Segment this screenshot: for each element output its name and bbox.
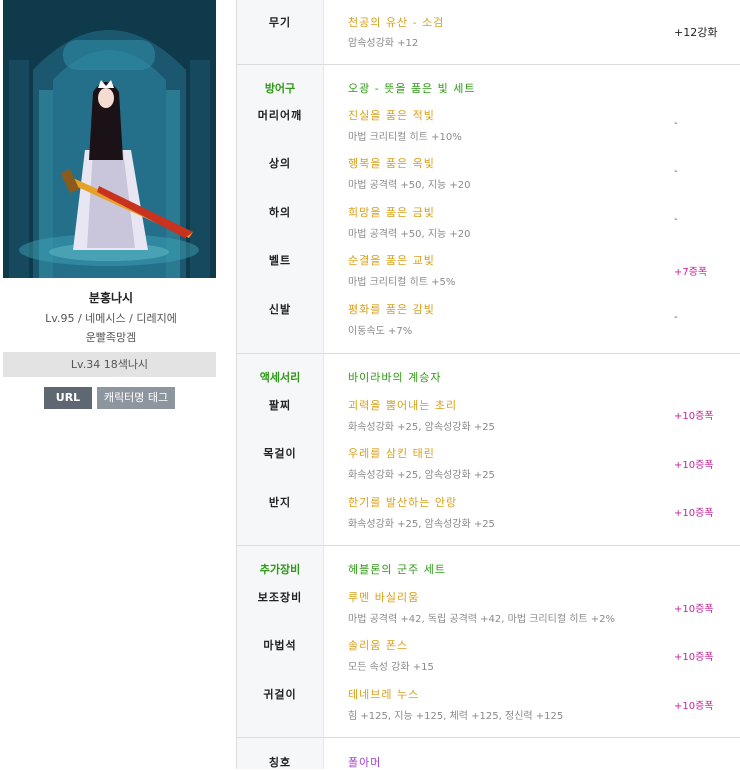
extra-item-name[interactable]: 테네브레 누스 <box>348 686 419 702</box>
accessory-item-reinforce: +10증폭 <box>674 508 714 519</box>
accessory-item-stat: 화속성강화 +25, 암속성강화 +25 <box>348 519 495 530</box>
slot-belt-label: 벨트 <box>268 254 292 267</box>
armor-category-label: 방어구 <box>264 82 296 95</box>
section-divider <box>237 545 740 546</box>
accessory-category-label: 액세서리 <box>259 371 301 384</box>
armor-item-name[interactable]: 순결을 품은 교빛 <box>348 252 435 268</box>
slot-weapon-label: 무기 <box>268 16 292 29</box>
armor-item-stat: 이동속도 +7% <box>348 326 413 337</box>
slot-magic-stone-label: 마법석 <box>263 639 297 652</box>
accessory-item-name[interactable]: 우레를 삼킨 태린 <box>348 445 435 461</box>
slot-title-label: 칭호 <box>268 756 292 769</box>
slot-bottom-label: 하의 <box>268 206 292 219</box>
section-divider <box>237 64 740 65</box>
extra-item-stat: 힘 +125, 지능 +125, 체력 +125, 정신력 +125 <box>348 711 564 722</box>
accessory-item-name[interactable]: 괴력을 뿜어내는 초리 <box>348 397 457 413</box>
extra-item-stat: 모든 속성 강화 +15 <box>348 662 434 673</box>
armor-item-name[interactable]: 희망을 품은 금빛 <box>348 204 435 220</box>
extra-category-label: 추가장비 <box>259 563 301 576</box>
section-divider <box>237 353 740 354</box>
extra-item-reinforce: +10증폭 <box>674 652 714 663</box>
accessory-item-reinforce: +10증폭 <box>674 460 714 471</box>
armor-item-name[interactable]: 평화를 품은 감빛 <box>348 301 435 317</box>
character-tag-button[interactable]: 캐릭터명 태그 <box>97 387 175 409</box>
armor-item-reinforce: - <box>674 214 678 225</box>
accessory-item-stat: 화속성강화 +25, 암속성강화 +25 <box>348 470 495 481</box>
extra-item-name[interactable]: 루멘 바실리움 <box>348 589 419 605</box>
armor-item-reinforce: - <box>674 312 678 323</box>
adventure-info: Lv.34 18색나시 <box>3 352 216 377</box>
armor-item-stat: 마법 공격력 +50, 지능 +20 <box>348 180 471 191</box>
extra-set-name[interactable]: 헤블론의 군주 세트 <box>348 561 446 577</box>
armor-item-stat: 마법 공격력 +50, 지능 +20 <box>348 229 471 240</box>
slot-bracelet-label: 팔찌 <box>268 399 292 412</box>
weapon-stat: 암속성강화 +12 <box>348 38 419 49</box>
equipment-table: 무기 천공의 유산 - 소검 암속성강화 +12 +12강화 방어구 오광 - … <box>236 0 740 769</box>
accessory-set-name[interactable]: 바이라바의 계승자 <box>348 369 441 385</box>
character-profile: 분홍나시 Lv.95 / 네메시스 / 디레지에 운빨족망겜 Lv.34 18색… <box>0 0 222 769</box>
extra-item-stat: 마법 공격력 +42, 독립 공격력 +42, 마법 크리티컬 히트 +2% <box>348 614 616 625</box>
accessory-item-stat: 화속성강화 +25, 암속성강화 +25 <box>348 422 495 433</box>
accessory-item-name[interactable]: 한기를 발산하는 안랑 <box>348 494 457 510</box>
slot-head-shoulder-label: 머리어깨 <box>257 109 303 122</box>
accessory-item-reinforce: +10증폭 <box>674 411 714 422</box>
character-illustration <box>3 0 216 278</box>
armor-item-reinforce: +7증폭 <box>674 267 708 278</box>
extra-item-reinforce: +10증폭 <box>674 701 714 712</box>
title-item-name[interactable]: 폴아머 <box>348 754 381 770</box>
armor-item-name[interactable]: 진실을 품은 적빛 <box>348 107 435 123</box>
guild-name: 운빨족망겜 <box>85 331 137 344</box>
character-level-class: Lv.95 / 네메시스 / 디레지에 <box>45 312 177 325</box>
armor-item-reinforce: - <box>674 166 678 177</box>
armor-set-name[interactable]: 오광 - 뜻을 품은 빛 세트 <box>348 80 476 96</box>
url-button[interactable]: URL <box>44 387 92 409</box>
weapon-name[interactable]: 천공의 유산 - 소검 <box>348 14 444 30</box>
armor-item-name[interactable]: 행복을 품은 옥빛 <box>348 155 435 171</box>
slot-ring-label: 반지 <box>268 496 292 509</box>
armor-item-reinforce: - <box>674 118 678 129</box>
slot-top-label: 상의 <box>268 157 292 170</box>
extra-item-name[interactable]: 솔리움 폰스 <box>348 637 408 653</box>
character-portrait <box>3 0 216 278</box>
slot-sub-equip-label: 보조장비 <box>257 591 303 604</box>
armor-item-stat: 마법 크리티컬 히트 +5% <box>348 277 456 288</box>
extra-item-reinforce: +10증폭 <box>674 604 714 615</box>
section-divider <box>237 737 740 738</box>
weapon-reinforce: +12강화 <box>674 26 718 39</box>
character-name: 분홍나시 <box>88 291 134 305</box>
slot-shoes-label: 신발 <box>268 303 292 316</box>
armor-item-stat: 마법 크리티컬 히트 +10% <box>348 132 462 143</box>
slot-earring-label: 귀걸이 <box>263 688 297 701</box>
slot-necklace-label: 목걸이 <box>263 447 297 460</box>
